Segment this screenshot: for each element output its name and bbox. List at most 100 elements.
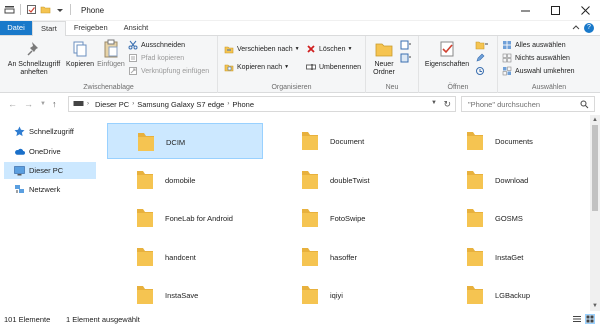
move-to-icon	[224, 44, 234, 54]
folder-name: DCIM	[166, 138, 186, 147]
folder-item[interactable]: handcent	[107, 239, 263, 275]
folder-item[interactable]: doubleTwist	[272, 162, 428, 198]
nav-item-onedrive[interactable]: OneDrive	[4, 143, 96, 160]
easy-access-icon[interactable]	[400, 53, 412, 63]
folder-icon	[135, 284, 155, 308]
group-label-organisieren: Organisieren	[271, 84, 312, 91]
folder-item[interactable]: FoneLab for Android	[107, 200, 263, 236]
group-oeffnen: Eigenschaften Öffnen	[419, 36, 498, 93]
search-input[interactable]: "Phone" durchsuchen	[461, 96, 595, 112]
folder-item[interactable]: Documents	[437, 123, 590, 159]
minimize-button[interactable]	[510, 0, 540, 21]
up-arrow-icon[interactable]: ↑	[52, 99, 57, 109]
folder-item[interactable]: InstaSave	[107, 277, 263, 311]
folder-item[interactable]: Document	[272, 123, 428, 159]
properties-check-icon[interactable]	[26, 4, 37, 15]
dropdown-arrow-icon: ▼	[284, 64, 290, 70]
cut-button[interactable]: Ausschneiden	[128, 40, 185, 50]
address-dropdown-icon[interactable]: ▼	[431, 100, 437, 106]
folder-icon	[135, 246, 155, 270]
tab-freigeben[interactable]: Freigeben	[66, 21, 116, 35]
properties-button[interactable]: Eigenschaften	[423, 39, 471, 69]
qat-dropdown-icon[interactable]	[54, 4, 65, 15]
folder-item[interactable]: hasoffer	[272, 239, 428, 275]
delete-button[interactable]: Löschen ▼	[306, 44, 352, 54]
copy-to-button[interactable]: Kopieren nach ▼	[224, 62, 289, 72]
forward-arrow-icon[interactable]: →	[24, 99, 33, 109]
title-bar: Phone	[0, 0, 600, 21]
folder-icon	[135, 207, 155, 231]
rename-button[interactable]: Umbenennen	[306, 62, 361, 72]
new-folder-qat-icon[interactable]	[40, 4, 51, 15]
recent-locations-icon[interactable]: ▼	[40, 101, 46, 107]
window-menu-icon[interactable]	[4, 4, 15, 15]
folder-item[interactable]: Download	[437, 162, 590, 198]
folder-name: iqiyi	[330, 291, 343, 300]
details-view-icon[interactable]	[572, 314, 582, 324]
ribbon-tabs: Datei Start Freigeben Ansicht ?	[0, 21, 600, 36]
new-item-icon[interactable]	[400, 40, 412, 50]
copy-path-button[interactable]: Pfad kopieren	[128, 53, 184, 63]
dropdown-arrow-icon: ▼	[294, 46, 300, 52]
folder-item[interactable]: FotoSwipe	[272, 200, 428, 236]
back-arrow-icon[interactable]: ←	[8, 99, 17, 109]
chevron-right-icon: ›	[132, 101, 135, 107]
folder-item[interactable]: domobile	[107, 162, 263, 198]
maximize-button[interactable]	[540, 0, 570, 21]
edit-icon[interactable]	[475, 53, 485, 63]
open-icon[interactable]	[475, 40, 489, 50]
folder-item[interactable]: iqiyi	[272, 277, 428, 311]
tab-ansicht[interactable]: Ansicht	[116, 21, 157, 35]
new-folder-icon	[373, 39, 395, 59]
ribbon-collapse-icon[interactable]	[572, 24, 580, 34]
folder-name: doubleTwist	[330, 175, 370, 185]
address-field[interactable]: › Dieser PC › Samsung Galaxy S7 edge › P…	[68, 96, 456, 112]
folder-item[interactable]: InstaGet	[437, 239, 590, 275]
folder-name: InstaGet	[495, 252, 524, 262]
nav-item-dieser-pc[interactable]: Dieser PC	[4, 162, 96, 179]
tab-datei[interactable]: Datei	[0, 21, 32, 35]
folder-icon	[300, 284, 320, 308]
drive-icon	[73, 99, 84, 110]
refresh-icon[interactable]: ↻	[443, 99, 451, 110]
history-icon[interactable]	[475, 66, 485, 76]
group-label-oeffnen: Öffnen	[447, 84, 469, 91]
nav-item-netzwerk[interactable]: Netzwerk	[4, 181, 96, 198]
select-none-button[interactable]: Nichts auswählen	[502, 53, 570, 63]
folder-name: GOSMS	[495, 214, 523, 223]
folder-item[interactable]: LGBackup	[437, 277, 590, 311]
select-all-button[interactable]: Alles auswählen	[502, 40, 566, 50]
folder-icon	[300, 246, 320, 270]
properties-check-icon	[436, 39, 458, 59]
ribbon: An Schnellzugriff anheften Kopieren Einf…	[0, 35, 600, 93]
paste-button[interactable]: Einfügen	[95, 39, 127, 69]
scroll-down-icon[interactable]: ▼	[590, 301, 600, 311]
move-to-button[interactable]: Verschieben nach ▼	[224, 44, 300, 54]
help-icon[interactable]: ?	[584, 23, 594, 33]
tab-start[interactable]: Start	[32, 21, 66, 36]
tiles-view-icon[interactable]	[585, 314, 595, 324]
clipboard-icon	[100, 39, 122, 59]
qat-separator	[70, 4, 71, 15]
vertical-scrollbar[interactable]: ▲ ▼	[590, 115, 600, 311]
folder-name: Document	[330, 137, 365, 146]
breadcrumb-galaxy[interactable]: Samsung Galaxy S7 edge	[137, 100, 224, 109]
breadcrumb-dieser-pc[interactable]: Dieser PC	[95, 100, 129, 109]
folder-icon	[300, 207, 320, 231]
search-icon	[580, 100, 589, 111]
folder-name: Download	[495, 175, 529, 185]
invert-selection-button[interactable]: Auswahl umkehren	[502, 66, 575, 76]
folder-item[interactable]: DCIM	[107, 123, 263, 159]
star-icon	[14, 126, 25, 137]
group-label-zwischenablage: Zwischenablage	[83, 84, 134, 91]
folder-item[interactable]: GOSMS	[437, 200, 590, 236]
scroll-thumb[interactable]	[592, 125, 598, 211]
nav-item-schnellzugriff[interactable]: Schnellzugriff	[4, 123, 96, 140]
new-folder-button[interactable]: Neuer Ordner	[371, 39, 397, 77]
pin-quick-access-button[interactable]: An Schnellzugriff anheften	[3, 39, 65, 77]
copy-button[interactable]: Kopieren	[64, 39, 96, 69]
scroll-up-icon[interactable]: ▲	[590, 115, 600, 125]
paste-shortcut-button[interactable]: Verknüpfung einfügen	[128, 66, 209, 76]
close-button[interactable]	[570, 0, 600, 21]
breadcrumb-phone[interactable]: Phone	[232, 100, 254, 109]
